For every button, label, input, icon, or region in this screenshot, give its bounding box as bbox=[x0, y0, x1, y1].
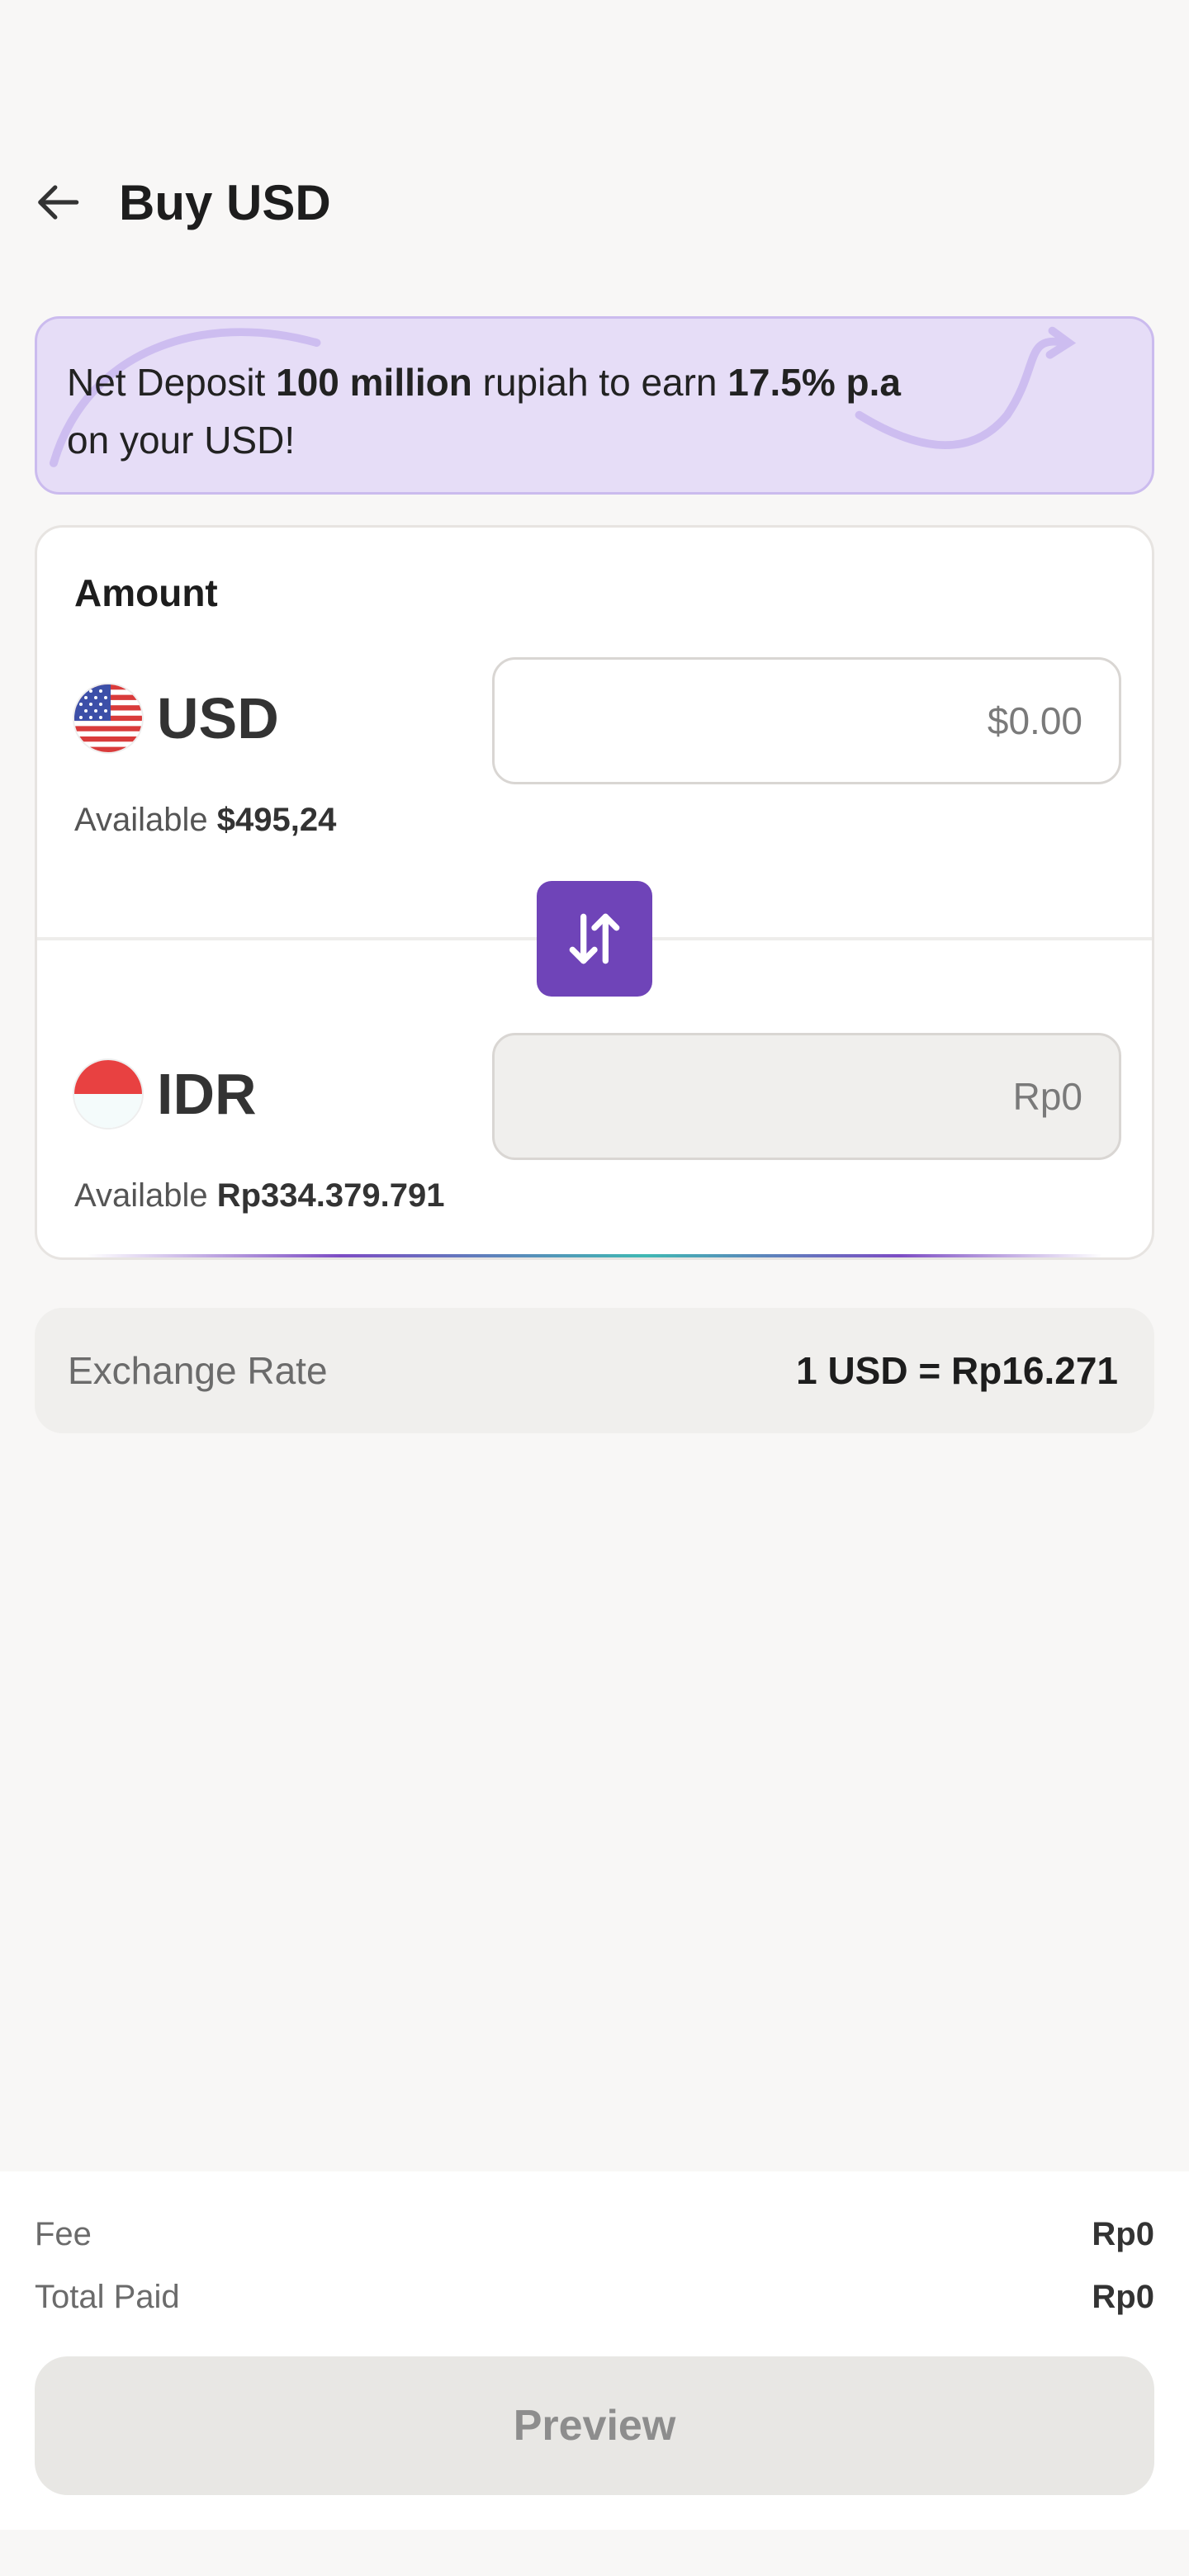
usd-available-value: $495,24 bbox=[216, 802, 337, 838]
card-accent-line bbox=[87, 1254, 1102, 1257]
exchange-rate-label: Exchange Rate bbox=[68, 1349, 328, 1392]
idr-available-value: Rp334.379.791 bbox=[216, 1177, 445, 1214]
swap-vertical-icon bbox=[569, 913, 620, 964]
indonesia-flag-icon bbox=[74, 1060, 142, 1128]
bottom-summary: Fee Rp0 Total Paid Rp0 Preview bbox=[0, 2171, 1189, 2530]
buy-usd-screen: Buy USD Net Deposit 100 million rupiah t… bbox=[0, 0, 1189, 2576]
amount-card: Amount USD $0.00 Available $495,24 IDR R… bbox=[35, 525, 1154, 1260]
idr-amount-input bbox=[492, 1033, 1121, 1160]
usd-currency: USD bbox=[74, 684, 279, 752]
exchange-rate-value: 1 USD = Rp16.271 bbox=[796, 1349, 1118, 1392]
arrow-left-icon bbox=[38, 185, 79, 220]
fee-row: Fee Rp0 bbox=[35, 2216, 1154, 2253]
usd-amount-input[interactable] bbox=[492, 657, 1121, 784]
idr-available: Available Rp334.379.791 bbox=[74, 1177, 445, 1214]
promo-banner[interactable]: Net Deposit 100 million rupiah to earn 1… bbox=[35, 316, 1154, 495]
app-header: Buy USD bbox=[33, 157, 331, 248]
total-paid-label: Total Paid bbox=[35, 2279, 180, 2315]
usd-code: USD bbox=[157, 686, 279, 751]
preview-button[interactable]: Preview bbox=[35, 2356, 1154, 2495]
fee-value: Rp0 bbox=[1092, 2216, 1154, 2252]
idr-code: IDR bbox=[157, 1062, 257, 1126]
usd-available: Available $495,24 bbox=[74, 802, 337, 838]
back-button[interactable] bbox=[33, 176, 86, 229]
fee-label: Fee bbox=[35, 2216, 92, 2252]
exchange-rate-panel: Exchange Rate 1 USD = Rp16.271 bbox=[35, 1308, 1154, 1433]
promo-text: Net Deposit 100 million rupiah to earn 1… bbox=[67, 361, 901, 462]
page-title: Buy USD bbox=[119, 174, 331, 230]
us-flag-icon bbox=[74, 684, 142, 752]
amount-label: Amount bbox=[74, 571, 218, 614]
total-paid-row: Total Paid Rp0 bbox=[35, 2279, 1154, 2316]
idr-currency: IDR bbox=[74, 1060, 257, 1128]
total-paid-value: Rp0 bbox=[1092, 2279, 1154, 2315]
swap-button[interactable] bbox=[537, 881, 652, 997]
